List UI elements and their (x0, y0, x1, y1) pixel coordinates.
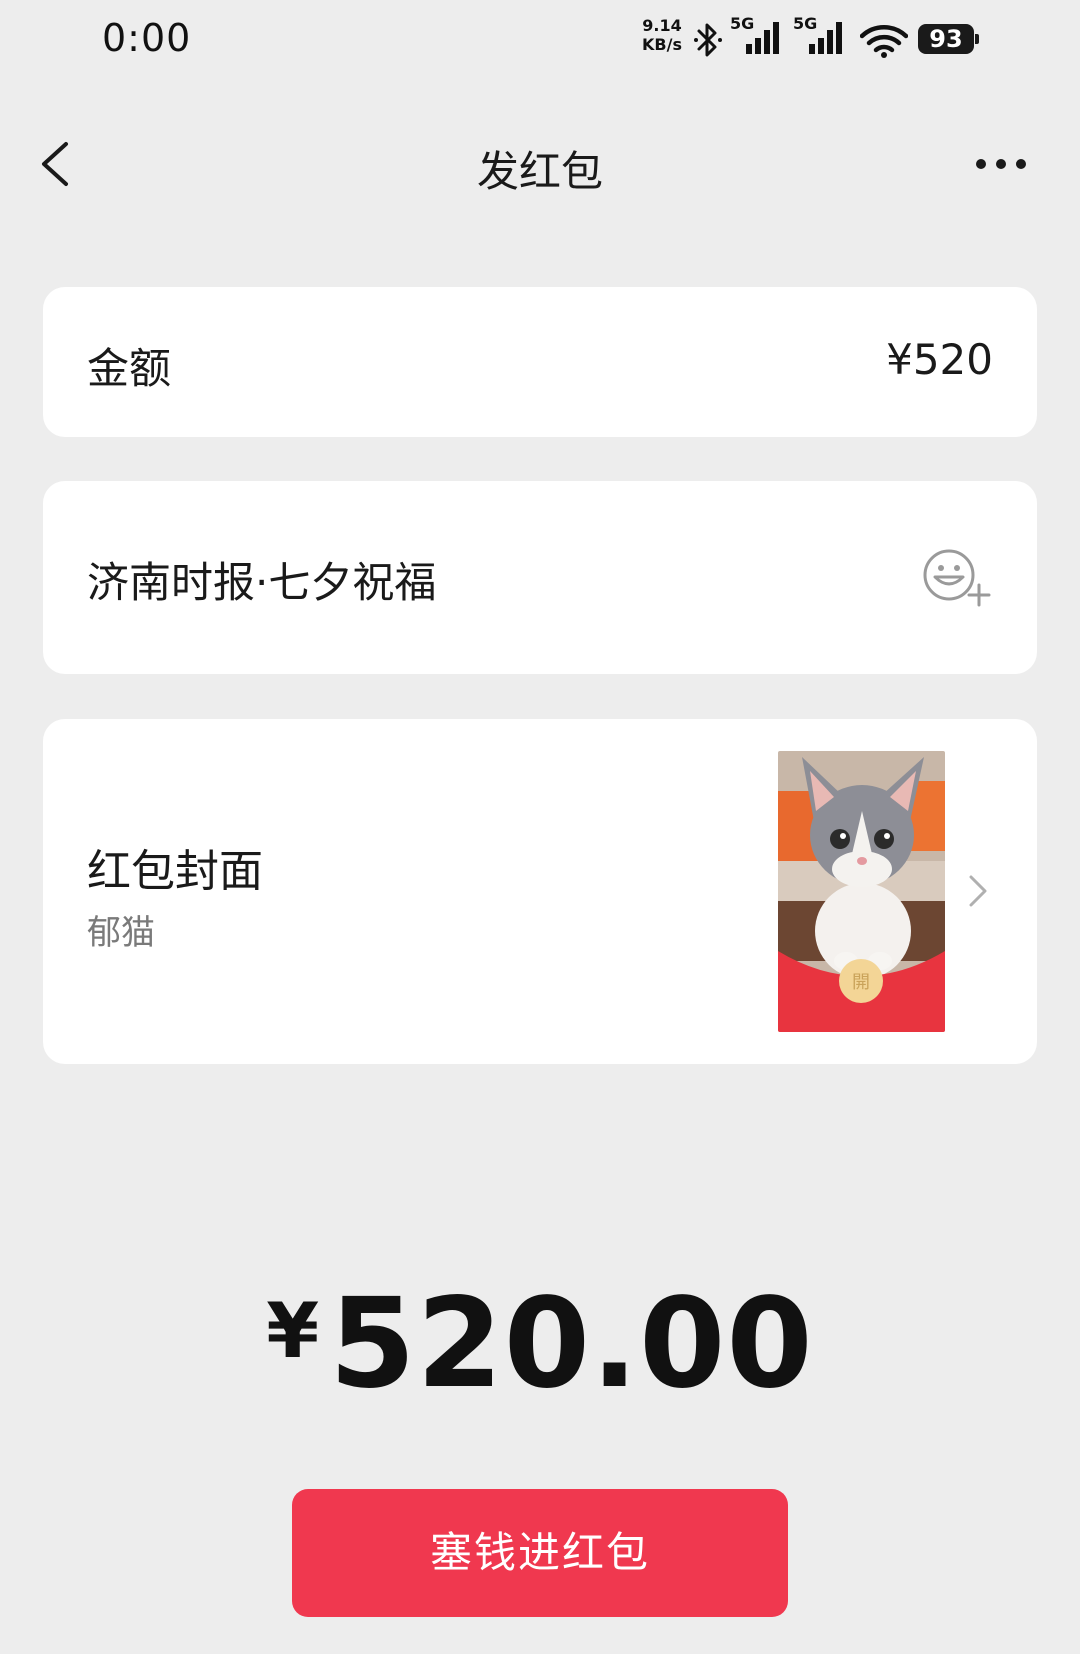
amount-card[interactable]: 金额 ¥520 (43, 287, 1037, 437)
more-options-button[interactable] (966, 144, 1036, 184)
status-time: 0:00 (102, 16, 192, 60)
sim1-label: 5G (730, 14, 754, 33)
battery-icon: 93 (918, 24, 979, 54)
nav-bar: 发红包 (0, 110, 1080, 220)
network-speed: 9.14 KB/s (640, 16, 684, 54)
total-amount-display: ¥520.00 (0, 1272, 1080, 1416)
blessing-message-card[interactable]: 济南时报·七夕祝福 (43, 481, 1037, 674)
network-speed-value: 9.14 (642, 16, 682, 35)
cover-label: 红包封面 (87, 846, 263, 897)
more-dots-icon (976, 159, 1026, 169)
total-amount: 520.00 (329, 1272, 814, 1416)
cover-name: 郁猫 (87, 913, 155, 953)
chevron-right-icon (969, 875, 987, 907)
status-bar: 0:00 9.14 KB/s 5G 5G 93 (0, 0, 1080, 84)
bluetooth-icon (694, 23, 722, 57)
network-speed-unit: KB/s (642, 35, 682, 54)
put-money-button[interactable]: 塞钱进红包 (292, 1489, 788, 1617)
red-packet-cover-card[interactable]: 红包封面 郁猫 開 (43, 719, 1037, 1064)
emoji-add-icon[interactable] (921, 547, 993, 607)
amount-label: 金额 (87, 344, 172, 393)
currency-symbol: ¥ (266, 1286, 320, 1375)
sim2-label: 5G (793, 14, 817, 33)
cover-thumbnail: 開 (778, 751, 945, 1032)
wifi-icon (860, 25, 908, 58)
svg-text:開: 開 (852, 972, 870, 993)
signal-icon: 5G (793, 14, 849, 62)
signal-icon: 5G (730, 14, 786, 62)
blessing-message-input[interactable]: 济南时报·七夕祝福 (87, 549, 436, 610)
cat-cover-image: 開 (778, 751, 945, 1032)
page-title: 发红包 (476, 147, 603, 196)
amount-value[interactable]: ¥520 (886, 335, 993, 384)
